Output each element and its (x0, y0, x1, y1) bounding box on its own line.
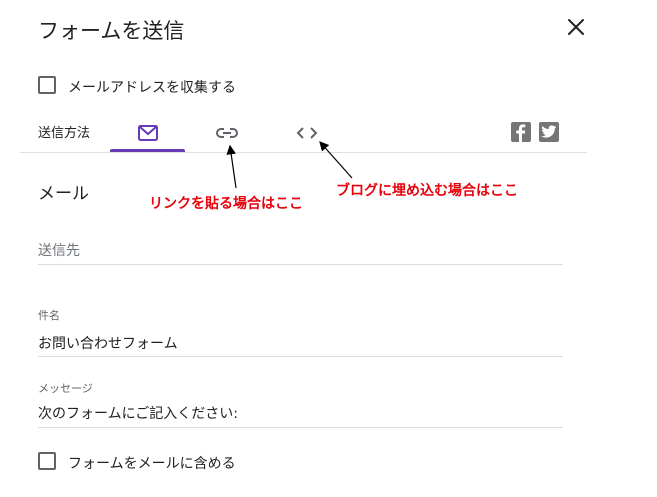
message-input[interactable]: 次のフォームにご記入ください: (38, 403, 238, 423)
email-section-title: メール (38, 184, 89, 204)
link-icon (216, 128, 238, 138)
message-label: メッセージ (38, 382, 93, 395)
close-icon (568, 19, 584, 35)
collect-email-label: メールアドレスを収集する (68, 80, 236, 96)
facebook-icon (516, 124, 526, 142)
annotation-link: リンクを貼る場合はここ (149, 196, 303, 212)
collect-email-checkbox[interactable] (38, 76, 56, 94)
include-form-label: フォームをメールに含める (68, 456, 236, 472)
recipient-underline (38, 264, 563, 265)
embed-code-icon (296, 127, 318, 139)
close-button[interactable] (562, 13, 590, 41)
tab-embed[interactable] (269, 114, 345, 152)
subject-underline (38, 356, 563, 357)
subject-label: 件名 (38, 309, 60, 322)
tabs-divider (20, 152, 587, 153)
share-facebook-button[interactable] (511, 122, 531, 142)
twitter-icon (541, 125, 557, 138)
subject-input[interactable]: お問い合わせフォーム (38, 333, 178, 353)
include-form-checkbox[interactable] (38, 452, 56, 470)
message-underline (38, 427, 563, 428)
tab-email[interactable] (110, 114, 186, 152)
tab-link[interactable] (189, 114, 265, 152)
dialog-title: フォームを送信 (38, 19, 185, 43)
send-via-label: 送信方法 (38, 126, 91, 141)
recipient-input[interactable]: 送信先 (38, 240, 80, 260)
annotation-embed: ブログに埋め込む場合はここ (336, 183, 518, 199)
mail-icon (138, 125, 158, 141)
share-twitter-button[interactable] (539, 122, 559, 142)
